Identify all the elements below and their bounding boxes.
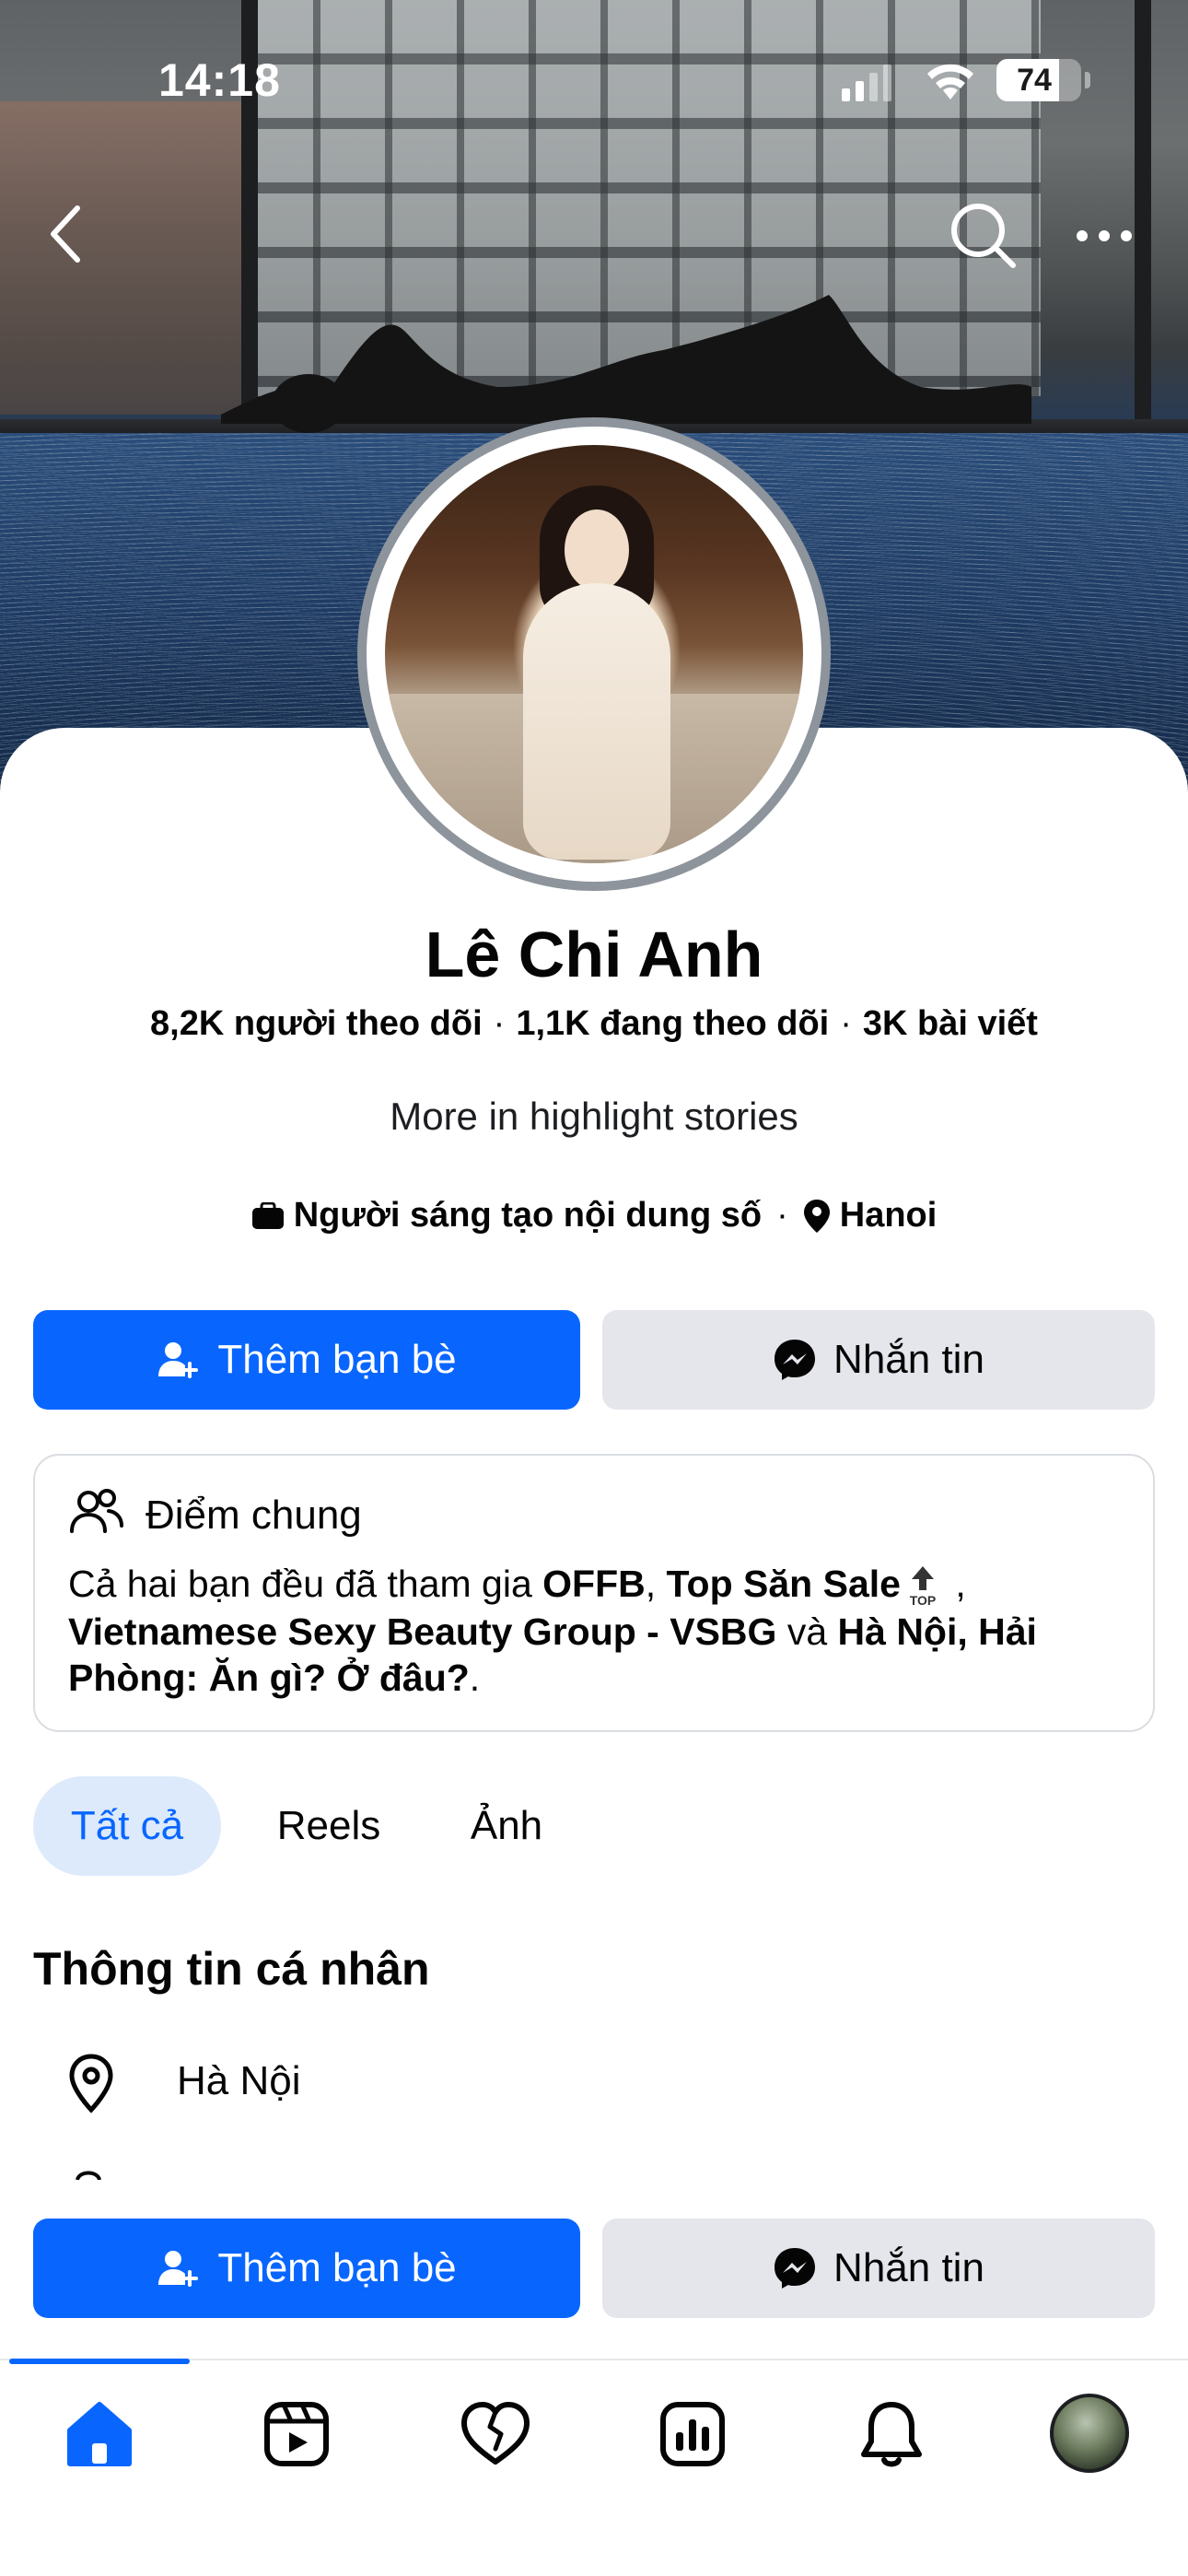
mutual-title: Điểm chung xyxy=(146,1493,362,1538)
briefcase-icon xyxy=(251,1201,284,1229)
top-badge-text: TOP xyxy=(910,1593,937,1608)
messenger-icon xyxy=(775,2248,816,2289)
search-icon[interactable] xyxy=(949,201,1019,271)
cellular-signal-icon xyxy=(842,64,891,101)
profile-location: Hanoi xyxy=(839,1196,938,1235)
tab-photos[interactable]: Ảnh xyxy=(451,1776,562,1876)
location-pin-icon xyxy=(803,1199,830,1233)
status-bar: 14:18 74 xyxy=(0,0,1188,157)
profile-avatar-photo[interactable] xyxy=(385,445,803,863)
battery-tip xyxy=(1085,72,1090,88)
status-time: 14:18 xyxy=(158,54,281,106)
avatar-face xyxy=(565,509,629,591)
bottom-navigation xyxy=(0,2359,1188,2576)
message-label: Nhắn tin xyxy=(833,2245,984,2290)
mutual-prefix: Cả hai bạn đều đã tham gia xyxy=(68,1563,543,1605)
wifi-icon xyxy=(927,64,973,100)
profile-tabs: Tất cả Reels Ảnh xyxy=(33,1776,1155,1876)
creator-category: Người sáng tạo nội dung số xyxy=(293,1196,763,1235)
partially-hidden-icon xyxy=(76,2171,101,2180)
profile-name: Lê Chi Anh xyxy=(425,919,763,990)
stats-separator: · xyxy=(493,1004,506,1043)
tab-all[interactable]: Tất cả xyxy=(33,1776,221,1876)
mutual-period: . xyxy=(469,1657,481,1700)
reels-icon[interactable] xyxy=(260,2397,333,2471)
add-friend-button[interactable]: Thêm bạn bè xyxy=(33,1310,580,1410)
active-tab-indicator xyxy=(9,2359,190,2364)
following-count[interactable]: 1,1K đang theo dõi xyxy=(516,1004,829,1043)
mutual-group-top-san-sale[interactable]: Top Săn Sale xyxy=(667,1563,901,1605)
avatar-dress xyxy=(523,583,670,860)
info-row-location: Hà Nội xyxy=(33,2045,1155,2119)
mutual-people-icon xyxy=(70,1489,123,1533)
stats-separator: · xyxy=(840,1004,852,1043)
sticky-message-button[interactable]: Nhắn tin xyxy=(602,2219,1155,2318)
battery-icon: 74 xyxy=(996,59,1081,101)
profile-avatar[interactable] xyxy=(1050,2394,1129,2473)
posts-count: 3K bài viết xyxy=(862,1004,1038,1043)
top-badge-icon: TOP xyxy=(904,1564,941,1609)
dashboard-icon[interactable] xyxy=(656,2397,729,2471)
personal-info-title: Thông tin cá nhân xyxy=(33,1943,430,1995)
battery-percent: 74 xyxy=(1017,63,1052,98)
highlight-stories-link[interactable]: More in highlight stories xyxy=(0,1095,1188,1139)
notifications-bell-icon[interactable] xyxy=(855,2397,928,2471)
add-friend-label: Thêm bạn bè xyxy=(217,2245,457,2290)
messenger-icon xyxy=(775,1340,816,1380)
meta-separator: · xyxy=(776,1196,788,1235)
add-friend-label: Thêm bạn bè xyxy=(217,1337,457,1382)
message-label: Nhắn tin xyxy=(833,1337,984,1382)
mutual-group-offb[interactable]: OFFB xyxy=(542,1563,646,1605)
location-pin-icon xyxy=(69,2054,113,2113)
home-icon[interactable] xyxy=(63,2397,136,2471)
followers-count[interactable]: 8,2K người theo dõi xyxy=(150,1004,483,1043)
mutual-description: Cả hai bạn đều đã tham gia OFFB, Top Săn… xyxy=(68,1561,1118,1701)
tab-reels[interactable]: Reels xyxy=(260,1776,398,1876)
dating-heart-icon[interactable] xyxy=(459,2397,532,2471)
more-icon[interactable] xyxy=(1074,217,1135,254)
add-friend-icon xyxy=(158,1342,199,1378)
mutual-comma: , xyxy=(944,1563,966,1605)
cover-reclining-figure xyxy=(221,295,1031,433)
mutual-and: và xyxy=(776,1610,838,1654)
add-friend-icon xyxy=(158,2251,199,2287)
mutual-group-vsbg[interactable]: Vietnamese Sexy Beauty Group - VSBG xyxy=(68,1610,776,1653)
profile-stats: 8,2K người theo dõi · 1,1K đang theo dõi · 3… xyxy=(0,1004,1188,1044)
sticky-add-friend-button[interactable]: Thêm bạn bè xyxy=(33,2219,580,2318)
profile-meta: Người sáng tạo nội dung số · Hanoi xyxy=(0,1196,1188,1235)
mutual-info-card[interactable]: Điểm chung Cả hai bạn đều đã tham gia OF… xyxy=(33,1454,1155,1732)
mutual-comma: , xyxy=(645,1563,667,1605)
info-location-text: Hà Nội xyxy=(177,2058,301,2103)
message-button[interactable]: Nhắn tin xyxy=(602,1310,1155,1410)
back-chevron-icon[interactable] xyxy=(44,201,88,267)
